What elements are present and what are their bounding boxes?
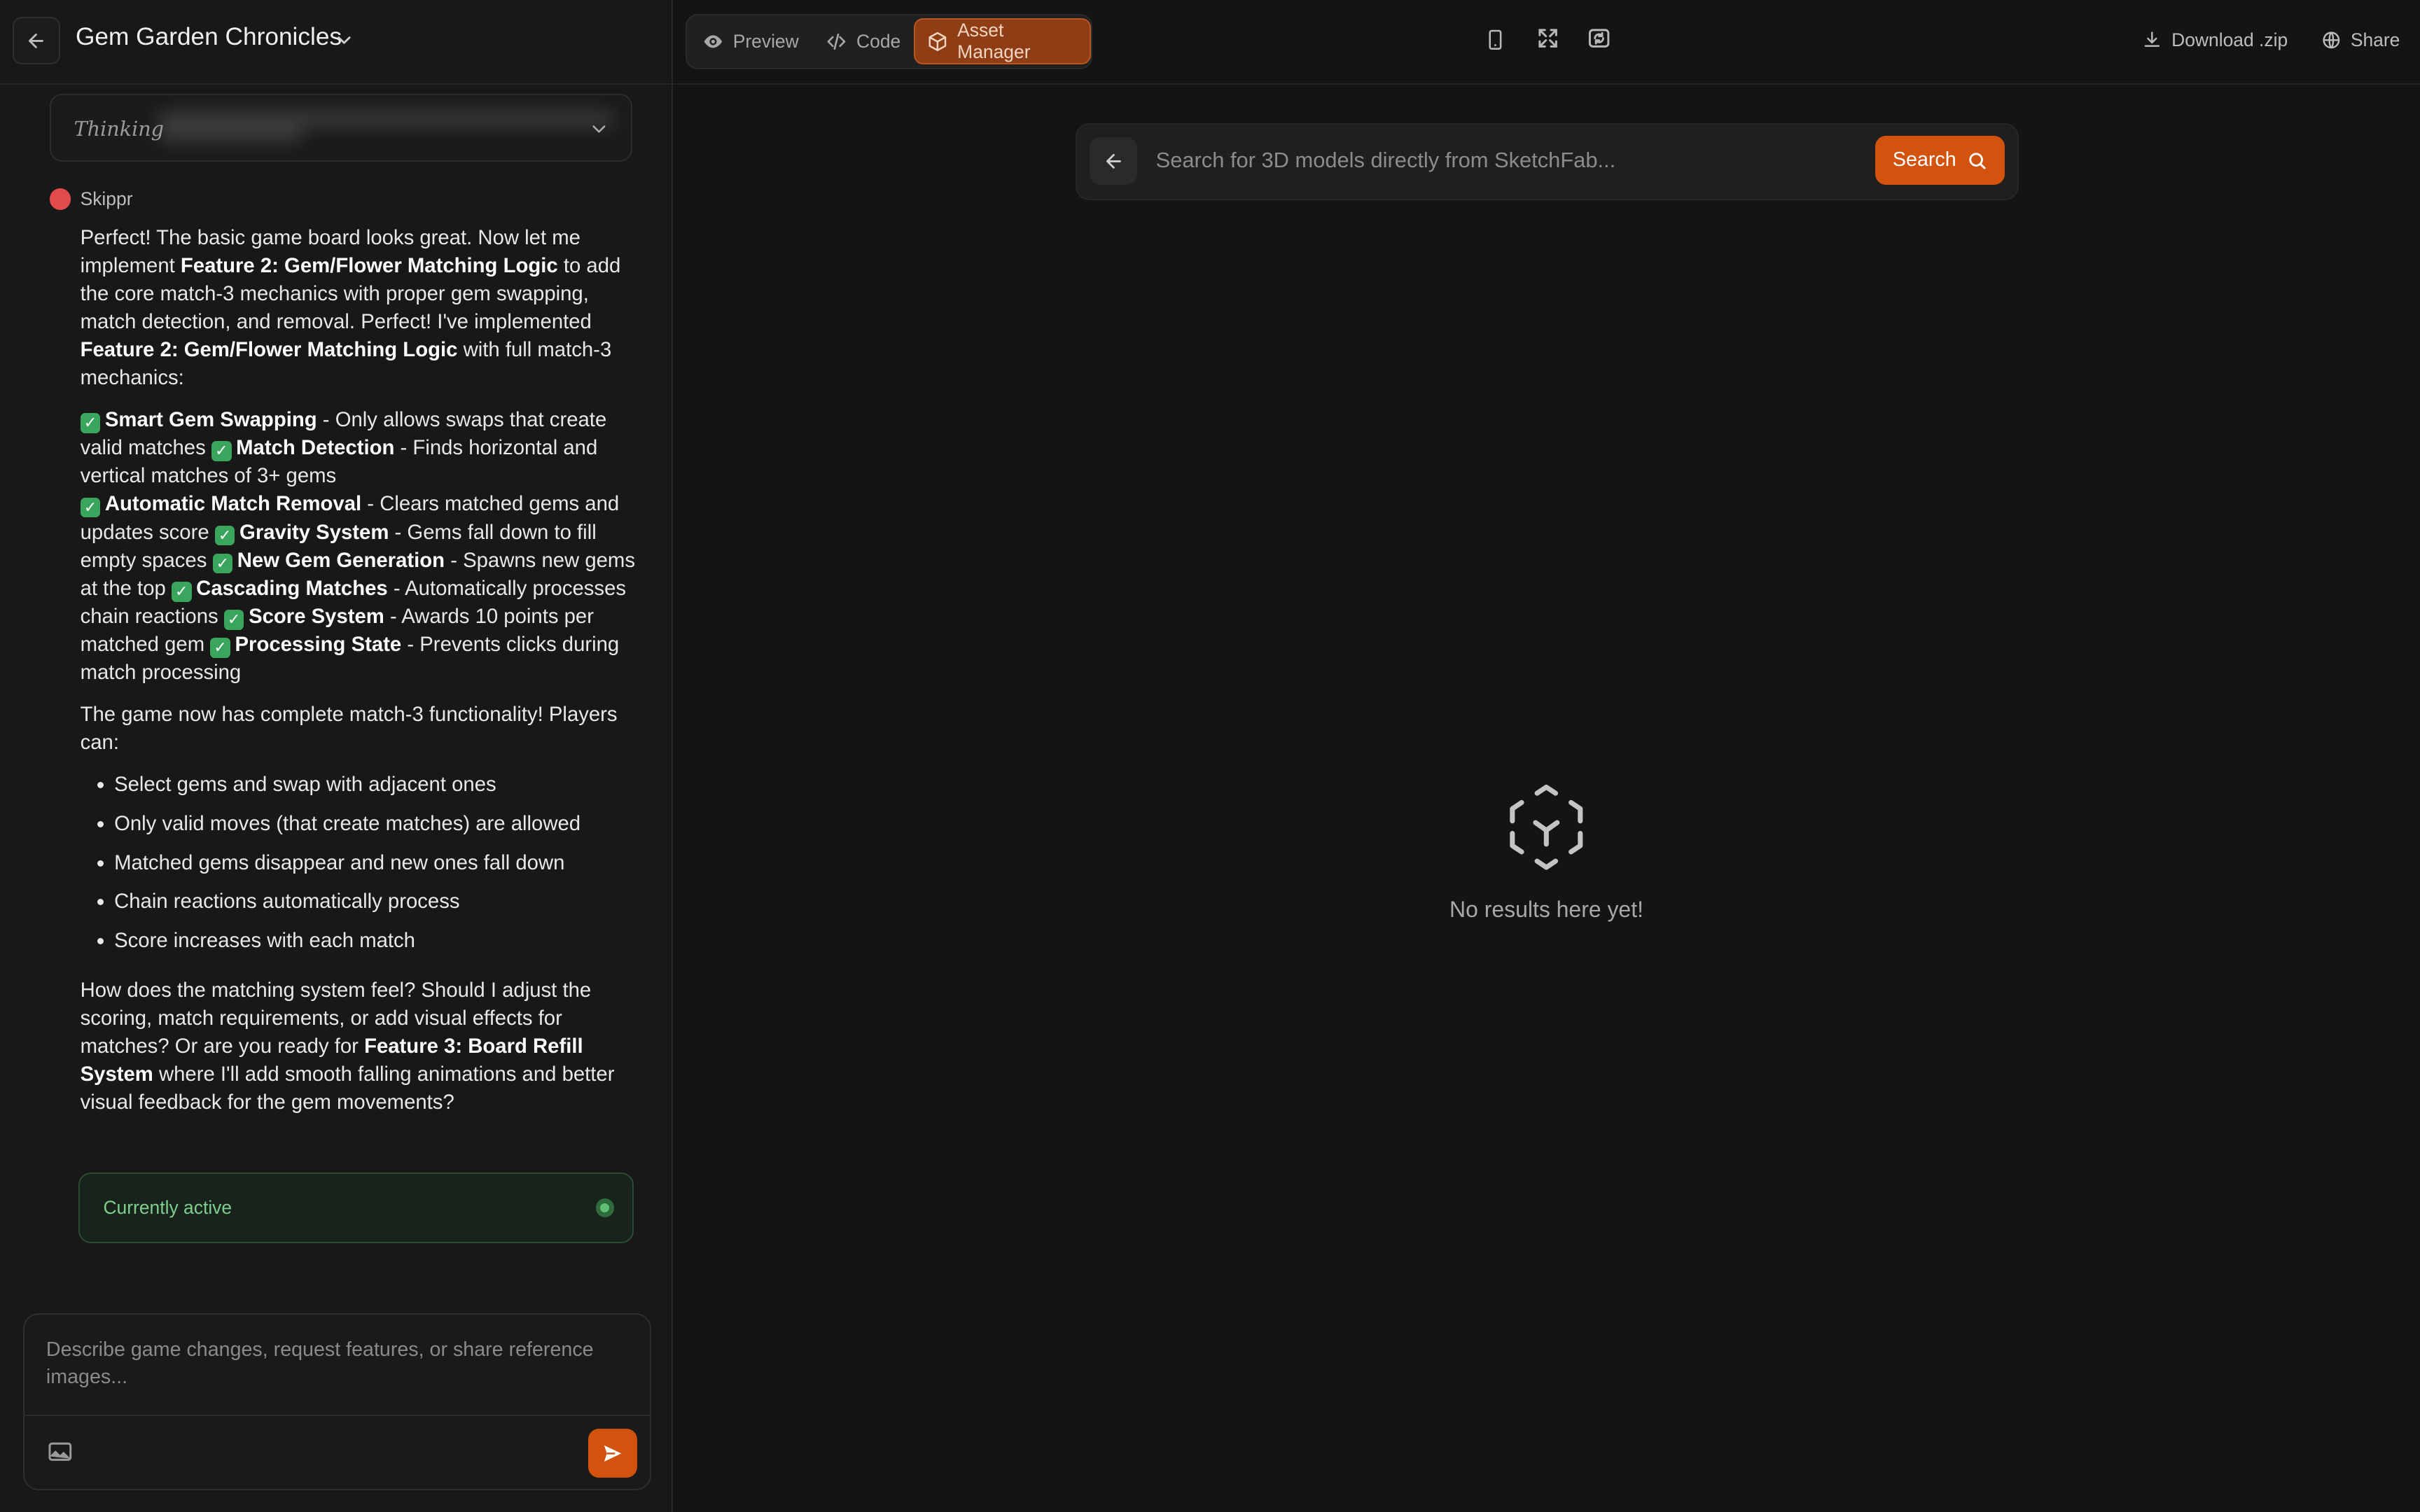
workspace-panel: Preview Code Asset Manager Download .zip…	[672, 0, 2420, 1512]
asset-search-bar: Search for 3D models directly from Sketc…	[1076, 123, 2019, 201]
chat-panel: Gem Garden Chronicles Thinking Skippr Pe…	[0, 0, 673, 1512]
download-icon	[2144, 31, 2160, 47]
send-button[interactable]	[587, 1428, 638, 1478]
chat-header: Gem Garden Chronicles	[0, 0, 672, 85]
send-icon	[604, 1445, 622, 1462]
fullscreen-button[interactable]	[1536, 26, 1560, 57]
view-tabs: Preview Code Asset Manager	[685, 13, 1093, 69]
refresh-button[interactable]	[1587, 26, 1611, 57]
attach-image-button[interactable]	[46, 1438, 74, 1472]
check-icon: ✓	[171, 581, 192, 602]
workspace-toolbar: Preview Code Asset Manager Download .zip…	[672, 0, 2420, 85]
cube-icon	[929, 31, 947, 51]
asset-search-input[interactable]: Search for 3D models directly from Sketc…	[1156, 148, 1616, 173]
status-indicator	[595, 1198, 615, 1217]
agent-header: Skippr	[49, 188, 133, 210]
check-icon: ✓	[223, 610, 244, 630]
project-title[interactable]: Gem Garden Chronicles	[76, 23, 342, 51]
tab-code[interactable]: Code	[813, 18, 913, 64]
thinking-blurred-preview	[158, 108, 631, 145]
empty-state-text: No results here yet!	[1449, 896, 1643, 922]
capabilities-list: Select gems and swap with adjacent ones …	[81, 771, 639, 955]
list-item: Select gems and swap with adjacent ones	[114, 771, 639, 799]
3d-box-icon	[1510, 784, 1583, 870]
share-button[interactable]: Share	[2321, 29, 2400, 51]
agent-avatar	[49, 188, 71, 210]
arrow-left-icon	[29, 33, 43, 48]
check-icon: ✓	[80, 413, 101, 433]
tab-preview[interactable]: Preview	[690, 18, 811, 64]
mobile-view-button[interactable]	[1484, 26, 1506, 60]
list-item: Chain reactions automatically process	[114, 888, 639, 916]
check-icon: ✓	[212, 553, 233, 574]
divider	[25, 1414, 650, 1417]
message-paragraph: How does the matching system feel? Shoul…	[80, 978, 615, 1114]
composer: Describe game changes, request features,…	[23, 1312, 651, 1490]
code-icon	[827, 33, 846, 50]
image-icon	[48, 1442, 72, 1461]
message-paragraph: Perfect! The basic game board looks grea…	[80, 225, 621, 390]
expand-icon	[1538, 29, 1557, 48]
check-icon: ✓	[211, 441, 232, 462]
refresh-icon	[1588, 29, 1610, 48]
thinking-label: Thinking	[74, 117, 165, 141]
app-root: Gem Garden Chronicles Thinking Skippr Pe…	[0, 0, 2420, 1512]
search-icon	[1969, 153, 1986, 169]
chevron-down-icon	[592, 125, 605, 134]
globe-icon	[2323, 31, 2340, 49]
tab-asset-manager[interactable]: Asset Manager	[913, 18, 1092, 65]
chevron-down-icon[interactable]	[333, 29, 355, 51]
search-back-button[interactable]	[1089, 136, 1138, 186]
message-paragraph: The game now has complete match-3 functi…	[80, 703, 618, 755]
feature-list: ✓ Smart Gem Swapping - Only allows swaps …	[80, 408, 635, 685]
arrow-left-icon	[1106, 153, 1121, 169]
list-item: Score increases with each match	[114, 927, 639, 955]
download-zip-button[interactable]: Download .zip	[2142, 29, 2288, 51]
list-item: Only valid moves (that create matches) a…	[114, 810, 639, 838]
check-icon: ✓	[214, 525, 235, 546]
agent-message: Perfect! The basic game board looks grea…	[80, 224, 639, 1130]
check-icon: ✓	[210, 638, 230, 658]
list-item: Matched gems disappear and new ones fall…	[114, 849, 639, 877]
agent-name: Skippr	[80, 188, 133, 209]
smartphone-icon	[1489, 30, 1502, 50]
thinking-collapsible[interactable]: Thinking	[49, 94, 633, 162]
prompt-input[interactable]: Describe game changes, request features,…	[46, 1336, 618, 1392]
search-button[interactable]: Search	[1875, 135, 2005, 186]
eye-icon	[704, 35, 722, 48]
check-icon: ✓	[80, 497, 101, 518]
status-label: Currently active	[103, 1197, 232, 1219]
status-card: Currently active	[78, 1172, 634, 1244]
back-button[interactable]	[12, 17, 60, 65]
